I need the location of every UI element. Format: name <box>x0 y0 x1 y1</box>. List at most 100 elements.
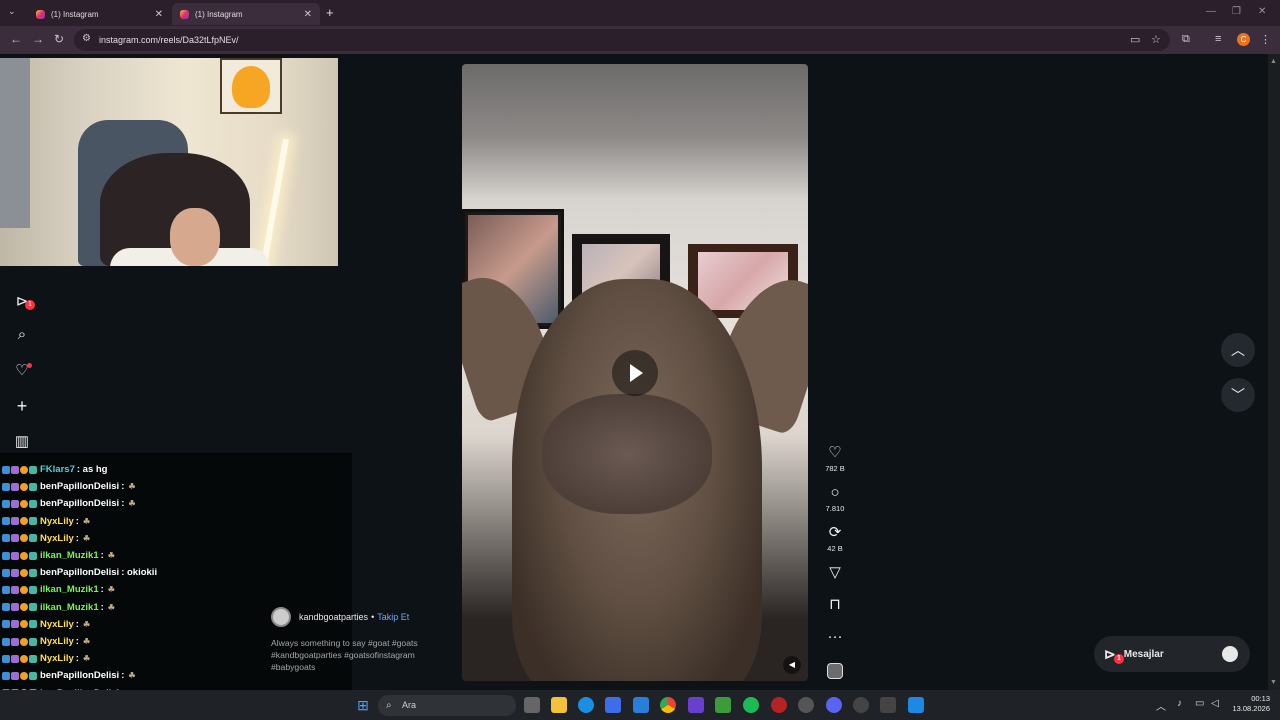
mail-icon[interactable] <box>633 697 649 713</box>
repost-button[interactable]: ⟳ 42 B <box>820 525 850 554</box>
messages-pill[interactable]: ⊳ 1 Mesajlar <box>1094 636 1250 672</box>
more-options-button[interactable]: ··· <box>820 629 850 645</box>
profile-avatar[interactable]: C <box>1237 33 1250 46</box>
emote-icon: ☘ <box>82 637 91 646</box>
volume-icon[interactable]: ◁ <box>1211 698 1219 709</box>
menu-icon[interactable]: ⋮ <box>1260 33 1271 46</box>
chat-badges <box>2 551 37 560</box>
chat-message: NyxLily: ☘ <box>2 513 90 530</box>
chat-username[interactable]: ilkan_Muzik1 <box>40 584 99 595</box>
maximize-icon[interactable]: ❐ <box>1232 6 1241 17</box>
file-explorer-icon[interactable] <box>551 697 567 713</box>
badge-icon <box>20 637 28 646</box>
messages-avatar <box>1222 646 1238 662</box>
reel-video[interactable]: ◀ <box>462 64 808 681</box>
tab-search-icon[interactable]: ⌄ <box>8 6 16 17</box>
minimize-icon[interactable]: — <box>1206 6 1216 17</box>
chat-badges <box>2 568 37 577</box>
new-tab-icon[interactable]: + <box>326 5 334 20</box>
author-username[interactable]: kandbgoatparties <box>299 612 368 622</box>
store-icon[interactable] <box>605 697 621 713</box>
share-button[interactable]: ▽ <box>820 565 850 581</box>
discord-icon[interactable] <box>826 697 842 713</box>
follow-button[interactable]: Takip Et <box>377 612 409 622</box>
chat-username[interactable]: NyxLily <box>40 516 74 527</box>
badge-icon <box>2 499 10 508</box>
chat-text: : <box>100 584 104 596</box>
browser-tab-1[interactable]: (1) Instagram ✕ <box>28 3 171 25</box>
settings-app-icon[interactable] <box>853 697 869 713</box>
reload-icon[interactable]: ↻ <box>54 32 64 46</box>
chat-username[interactable]: benPapillonDelisi <box>40 567 119 578</box>
next-reel-button[interactable]: ﹀ <box>1221 378 1255 412</box>
audio-thumbnail[interactable] <box>827 663 843 679</box>
site-info-icon[interactable]: ⚙ <box>82 33 91 44</box>
more-icon: ··· <box>827 628 843 645</box>
game-launcher-icon[interactable] <box>715 697 731 713</box>
editor-app-icon[interactable] <box>908 697 924 713</box>
chat-text: : <box>75 532 79 544</box>
dashboard-icon[interactable]: ▥ <box>10 432 34 450</box>
microphone-icon[interactable]: ♪ <box>1177 698 1182 709</box>
emote-icon: ☘ <box>107 585 115 595</box>
edge-icon[interactable] <box>578 697 594 713</box>
chat-badges <box>2 499 37 508</box>
scroll-down-icon[interactable]: ▼ <box>1270 679 1277 686</box>
chat-username[interactable]: benPapillonDelisi <box>40 481 119 492</box>
chat-username[interactable]: NyxLily <box>40 636 74 647</box>
messages-pill-badge: 1 <box>1114 654 1124 664</box>
capture-tool-icon[interactable] <box>880 697 896 713</box>
previous-reel-button[interactable]: ︿ <box>1221 333 1255 367</box>
close-window-icon[interactable]: ✕ <box>1258 6 1266 17</box>
media-icon[interactable]: ≡ <box>1215 33 1221 45</box>
extensions-icon[interactable]: ⧉ <box>1182 33 1190 46</box>
mute-icon[interactable]: ◀ <box>783 656 801 674</box>
browser-tab-2[interactable]: (1) Instagram ✕ <box>172 3 320 25</box>
scroll-up-icon[interactable]: ▲ <box>1270 58 1277 65</box>
media-app-icon[interactable] <box>688 697 704 713</box>
tray-overflow-icon[interactable]: ︿ <box>1156 698 1166 713</box>
spotify-icon[interactable] <box>743 697 759 713</box>
start-windows-icon[interactable]: ⊞ <box>355 697 371 713</box>
chrome-icon[interactable] <box>660 697 676 713</box>
clock-time: 00:13 <box>1251 694 1270 703</box>
comment-button[interactable]: ○ 7.810 <box>820 484 850 514</box>
close-tab-icon[interactable]: ✕ <box>304 9 312 20</box>
chat-username[interactable]: NyxLily <box>40 619 74 630</box>
cast-icon[interactable]: ▭ <box>1130 33 1140 46</box>
bookmark-star-icon[interactable]: ☆ <box>1151 33 1161 46</box>
chat-text: : <box>121 481 125 493</box>
back-icon[interactable]: ← <box>10 32 22 46</box>
task-view-icon[interactable] <box>524 697 540 713</box>
play-icon[interactable] <box>612 350 658 396</box>
obs-icon[interactable] <box>798 697 814 713</box>
app-red-icon[interactable] <box>771 697 787 713</box>
chat-username[interactable]: ilkan_Muzik1 <box>40 550 99 561</box>
chat-username[interactable]: benPapillonDelisi <box>40 498 119 509</box>
author-avatar[interactable] <box>271 607 291 627</box>
comment-count: 7.810 <box>825 504 845 513</box>
chat-username[interactable]: NyxLily <box>40 533 74 544</box>
close-tab-icon[interactable]: ✕ <box>155 9 163 20</box>
badge-icon <box>20 465 28 474</box>
messages-label: Mesajlar <box>1123 648 1164 660</box>
emote-icon: ☘ <box>82 619 91 629</box>
create-plus-icon[interactable]: + <box>10 396 34 417</box>
badge-icon <box>20 482 28 491</box>
network-icon[interactable]: ▭ <box>1195 698 1204 709</box>
address-bar[interactable]: ⚙ instagram.com/reels/Da32tLfpNEv/ <box>74 29 1170 51</box>
forward-icon[interactable]: → <box>32 32 44 46</box>
badge-icon <box>2 534 10 543</box>
page-scrollbar[interactable]: ▲ ▼ <box>1268 54 1280 690</box>
taskbar-clock[interactable]: 00:13 13.08.2026 <box>1228 694 1270 714</box>
like-button[interactable]: ♡ 782 B <box>820 445 850 474</box>
chat-username[interactable]: ilkan_Muzik1 <box>40 602 99 613</box>
badge-icon <box>2 620 10 629</box>
search-icon[interactable]: ⌕ <box>10 326 34 343</box>
taskbar-search[interactable]: ⌕ Ara <box>378 695 516 716</box>
chat-username[interactable]: benPapillonDelisi <box>40 670 119 681</box>
save-button[interactable]: ⊓ <box>820 597 850 613</box>
comment-icon: ○ <box>830 484 840 501</box>
chat-username[interactable]: NyxLily <box>40 653 74 664</box>
chat-username[interactable]: FKlars7 <box>40 464 75 475</box>
